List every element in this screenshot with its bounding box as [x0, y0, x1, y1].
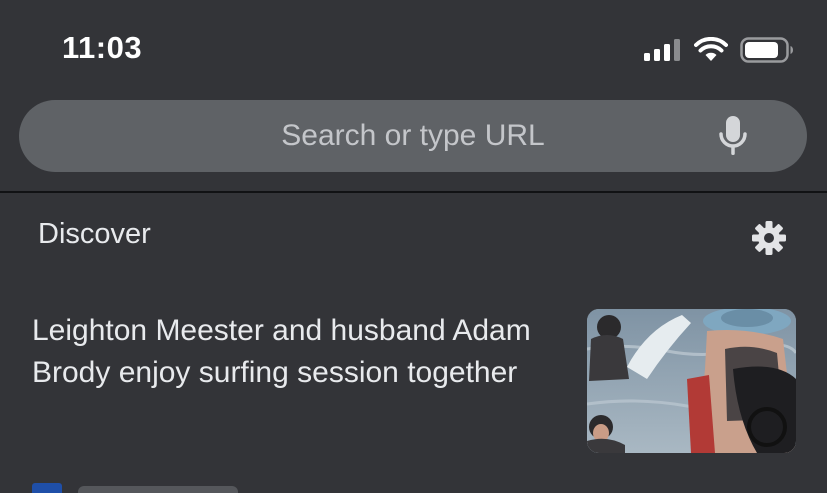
browser-new-tab-page: 11:03 Search or type URL Discover Leight… — [0, 0, 827, 493]
battery-icon — [740, 37, 794, 63]
publisher-favicon — [32, 483, 62, 493]
toolbar-divider — [0, 191, 827, 193]
gear-icon[interactable] — [751, 220, 787, 256]
article-thumbnail[interactable] — [587, 309, 796, 453]
status-icons — [644, 36, 794, 64]
cellular-signal-icon — [644, 38, 682, 62]
status-bar: 11:03 — [0, 0, 827, 96]
status-time: 11:03 — [62, 30, 143, 65]
omnibox-search-bar[interactable]: Search or type URL — [19, 100, 807, 172]
discover-heading: Discover — [38, 218, 151, 250]
article-headline[interactable]: Leighton Meester and husband Adam Brody … — [32, 310, 562, 394]
wifi-icon — [694, 37, 728, 63]
publisher-line — [78, 486, 238, 493]
omnibox-placeholder: Search or type URL — [281, 119, 545, 152]
mic-icon[interactable] — [718, 116, 748, 156]
